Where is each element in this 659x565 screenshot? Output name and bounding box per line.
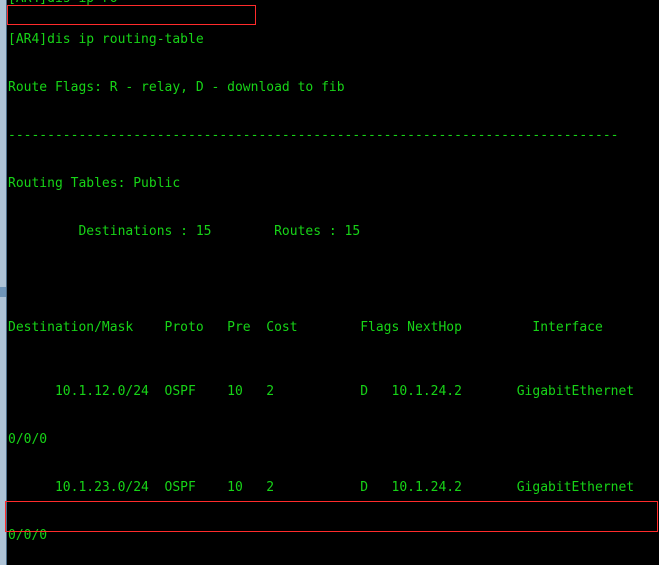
table-row: 10.1.23.0/24 OSPF 10 2 D 10.1.24.2 Gigab…: [8, 480, 635, 495]
route-flags-legend: Route Flags: R - relay, D - download to …: [8, 80, 345, 95]
console-output: [AR4]dis ip routing-table Route Flags: R…: [8, 0, 659, 565]
routing-tables-label: Routing Tables: Public: [8, 176, 181, 191]
table-row-wrap: 0/0/0: [8, 432, 48, 447]
terminal-window[interactable]: [AR4]dis ip ro [AR4]dis ip routing-table…: [0, 0, 659, 565]
table-row-wrap: 0/0/0: [8, 528, 48, 543]
table-row: 10.1.12.0/24 OSPF 10 2 D 10.1.24.2 Gigab…: [8, 384, 635, 399]
spacer-line-1: [8, 272, 659, 288]
separator-rule: ----------------------------------------…: [8, 128, 619, 143]
vertical-scrollbar-track[interactable]: [0, 0, 7, 565]
table-header-row: Destination/Mask Proto Pre Cost Flags Ne…: [8, 320, 603, 335]
command-line: [AR4]dis ip routing-table: [8, 32, 204, 47]
destinations-routes-summary: Destinations : 15 Routes : 15: [8, 224, 361, 239]
vertical-scrollbar-thumb[interactable]: [0, 287, 6, 297]
